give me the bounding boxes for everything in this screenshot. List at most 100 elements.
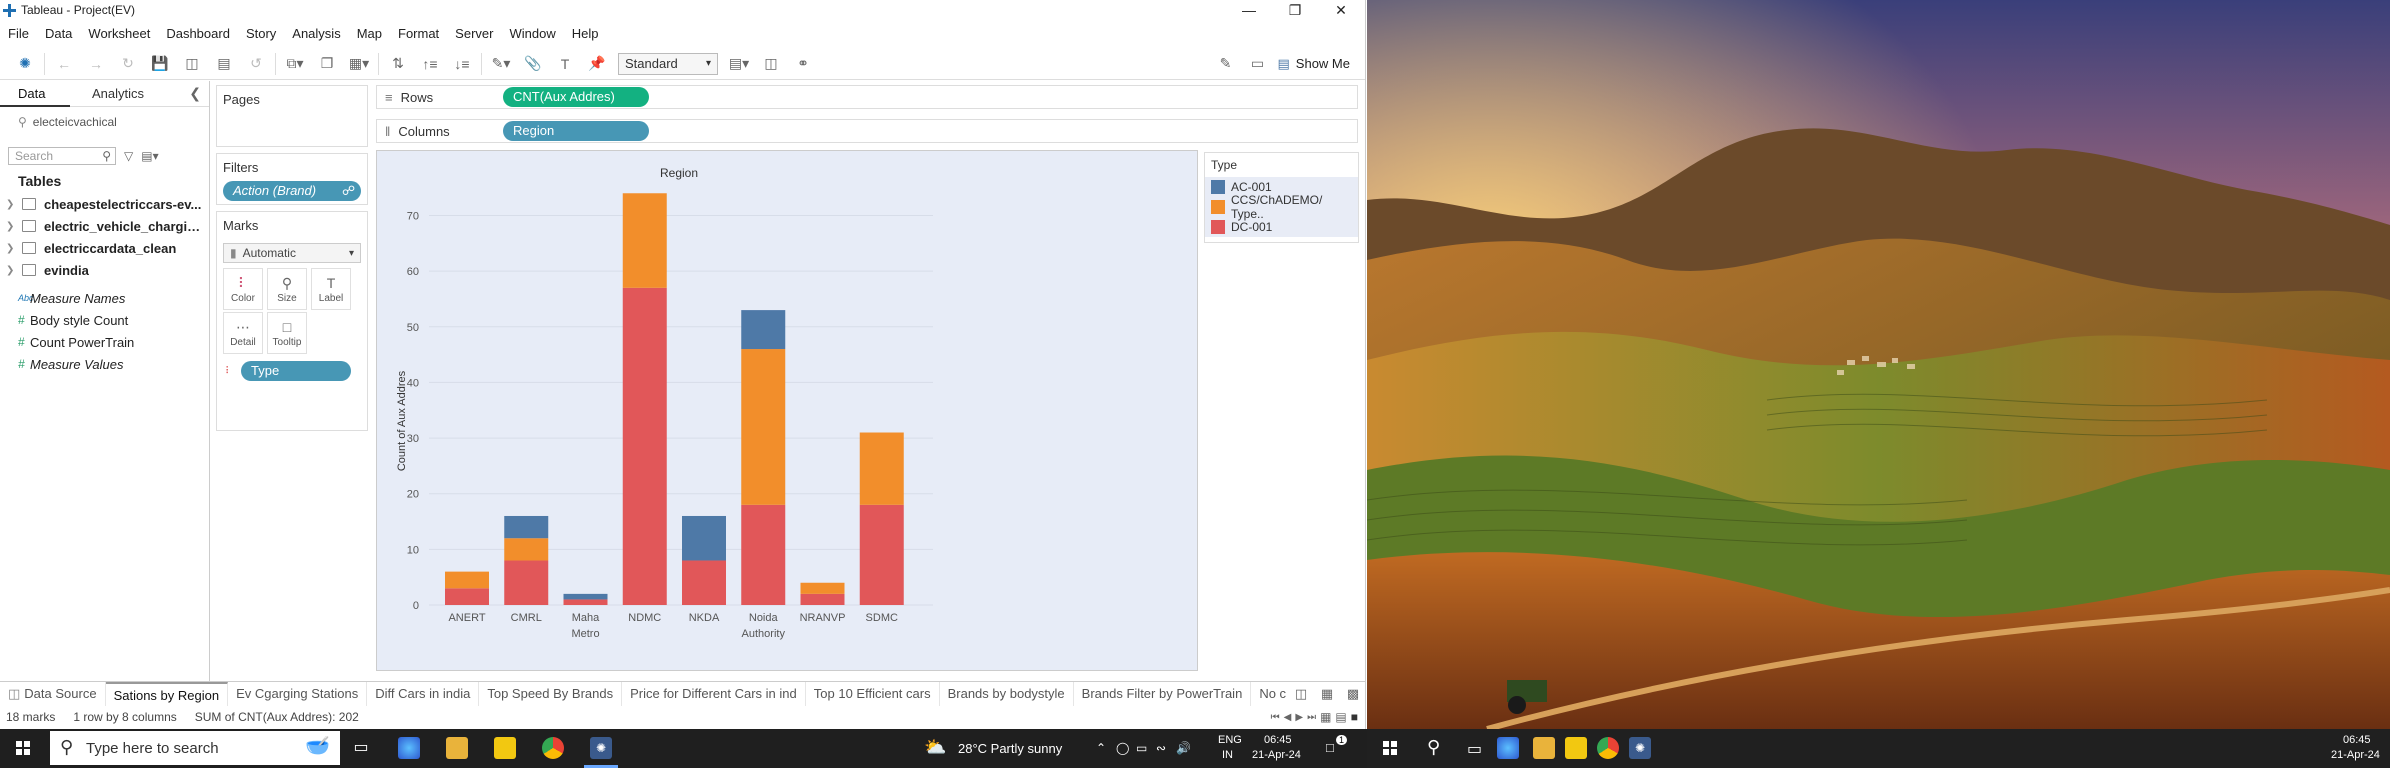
bar-segment-dc-001[interactable] bbox=[563, 599, 608, 605]
tableau-taskbar-icon[interactable]: ✺ bbox=[590, 737, 612, 759]
new-story-tab-icon[interactable]: ▩ bbox=[1342, 682, 1364, 706]
share-icon[interactable]: ⚭ bbox=[792, 52, 814, 76]
sort-descending-icon[interactable]: ↓≡ bbox=[451, 52, 473, 76]
menu-format[interactable]: Format bbox=[390, 26, 447, 41]
tab-brands-powertrain[interactable]: Brands Filter by PowerTrain bbox=[1074, 681, 1252, 706]
prev-sheet-icon[interactable]: ◀ bbox=[1284, 712, 1292, 723]
new-dashboard-tab-icon[interactable]: ▦ bbox=[1316, 682, 1338, 706]
rows-shelf[interactable]: ≡ Rows CNT(Aux Addres) bbox=[376, 85, 1358, 109]
menu-help[interactable]: Help bbox=[564, 26, 607, 41]
group-icon[interactable]: 📎 bbox=[522, 52, 544, 76]
mark-type-dropdown[interactable]: ▮ Automatic ▾ bbox=[223, 243, 361, 263]
menu-analysis[interactable]: Analysis bbox=[284, 26, 348, 41]
close-button[interactable]: ✕ bbox=[1318, 0, 1364, 20]
tooltip-button[interactable]: □ Tooltip bbox=[267, 312, 307, 354]
chrome-icon-2[interactable] bbox=[1597, 737, 1619, 759]
tab-sations-by-region[interactable]: Sations by Region bbox=[105, 681, 229, 706]
view-list-icon[interactable]: ▤▾ bbox=[141, 149, 158, 163]
bar-segment-ccs-chademo-type-[interactable] bbox=[622, 193, 667, 288]
taskbar-search-input[interactable]: ⚲ Type here to search 🥣 bbox=[50, 731, 340, 765]
redo-icon[interactable]: → bbox=[85, 52, 107, 76]
comment-icon[interactable]: ✎ bbox=[1215, 52, 1237, 76]
bar-segment-ccs-chademo-type-[interactable] bbox=[741, 349, 786, 505]
tab-ev-charging-stations[interactable]: Ev Cgarging Stations bbox=[228, 681, 368, 706]
label-button[interactable]: T Label bbox=[311, 268, 351, 310]
detail-button[interactable]: ⋯ Detail bbox=[223, 312, 263, 354]
show-cards-icon[interactable]: ▤▾ bbox=[728, 52, 750, 76]
power-bi-icon[interactable] bbox=[494, 737, 516, 759]
x-tick-label[interactable]: SDMC bbox=[866, 612, 898, 624]
present-icon[interactable]: ▭ bbox=[1247, 52, 1269, 76]
menu-story[interactable]: Story bbox=[238, 26, 284, 41]
type-pill[interactable]: Type bbox=[241, 361, 351, 381]
bar-segment-dc-001[interactable] bbox=[445, 588, 489, 605]
first-sheet-icon[interactable]: ⏮ bbox=[1271, 712, 1280, 723]
tab-analytics[interactable]: Analytics bbox=[74, 81, 144, 107]
undo-icon[interactable]: ← bbox=[53, 52, 75, 76]
show-filmstrip-icon[interactable]: ▤ bbox=[1335, 710, 1346, 724]
wifi-icon[interactable]: ∾ bbox=[1156, 741, 1166, 755]
x-tick-label[interactable]: Metro bbox=[571, 628, 599, 640]
chevron-up-icon[interactable]: ⌃ bbox=[1096, 741, 1106, 755]
file-explorer-icon-2[interactable] bbox=[1533, 737, 1555, 759]
bar-segment-ac-001[interactable] bbox=[504, 515, 549, 539]
tab-data-source[interactable]: ◫ Data Source bbox=[0, 681, 106, 706]
minimize-button[interactable]: — bbox=[1226, 0, 1272, 20]
tab-diff-cars[interactable]: Diff Cars in india bbox=[367, 681, 480, 706]
new-worksheet-tab-icon[interactable]: ◫ bbox=[1290, 682, 1312, 706]
bar-segment-ccs-chademo-type-[interactable] bbox=[445, 571, 489, 589]
bar-segment-dc-001[interactable] bbox=[622, 287, 667, 605]
datasource-item[interactable]: ⚲ electeicvachical bbox=[0, 111, 209, 133]
menu-data[interactable]: Data bbox=[37, 26, 80, 41]
x-tick-label[interactable]: NDMC bbox=[628, 612, 661, 624]
tab-price-cars[interactable]: Price for Different Cars in ind bbox=[622, 681, 806, 706]
expand-icon[interactable]: ❯ bbox=[6, 243, 18, 254]
menu-map[interactable]: Map bbox=[349, 26, 390, 41]
columns-shelf[interactable]: ‖ Columns Region bbox=[376, 119, 1358, 143]
new-datasource-icon[interactable]: ◫ bbox=[181, 52, 203, 76]
language-indicator[interactable]: ENG bbox=[1218, 734, 1242, 746]
expand-icon[interactable]: ❯ bbox=[6, 199, 18, 210]
table-item[interactable]: ❯ electric_vehicle_chargin... bbox=[0, 215, 209, 237]
tab-no-c[interactable]: No c bbox=[1251, 682, 1288, 706]
bar-segment-ccs-chademo-type-[interactable] bbox=[859, 432, 904, 505]
worksheet-view[interactable]: Region Count of Aux Addres 0 10 20 30 40 50 60… bbox=[376, 150, 1198, 671]
field-measure-names[interactable]: Abc Measure Names bbox=[0, 287, 209, 309]
chrome-icon[interactable] bbox=[542, 737, 564, 759]
x-tick-label[interactable]: CMRL bbox=[511, 612, 542, 624]
app-icon-1b[interactable] bbox=[1497, 737, 1519, 759]
last-sheet-icon[interactable]: ⏭ bbox=[1307, 712, 1316, 723]
filters-card[interactable]: Filters Action (Brand) ☍ bbox=[216, 153, 368, 205]
rows-pill[interactable]: CNT(Aux Addres) bbox=[503, 87, 649, 107]
windows-start-icon-2[interactable] bbox=[1383, 741, 1397, 755]
tab-data[interactable]: Data bbox=[0, 81, 70, 107]
menu-dashboard[interactable]: Dashboard bbox=[158, 26, 238, 41]
size-button[interactable]: ⚲ Size bbox=[267, 268, 307, 310]
x-tick-label[interactable]: Maha bbox=[572, 612, 600, 624]
volume-icon[interactable]: 🔊 bbox=[1176, 741, 1191, 755]
menu-server[interactable]: Server bbox=[447, 26, 501, 41]
swap-icon[interactable]: ⇅ bbox=[387, 52, 409, 76]
task-view-icon-2[interactable]: ▭ bbox=[1467, 739, 1482, 759]
table-item[interactable]: ❯ cheapestelectriccars-ev... bbox=[0, 193, 209, 215]
highlight-icon[interactable]: ✎▾ bbox=[490, 52, 512, 76]
table-item[interactable]: ❯ electriccardata_clean bbox=[0, 237, 209, 259]
x-tick-label[interactable]: NKDA bbox=[689, 612, 720, 624]
clear-sheet-icon[interactable]: ▦▾ bbox=[348, 52, 370, 76]
x-tick-label[interactable]: ANERT bbox=[448, 612, 485, 624]
x-tick-label[interactable]: Noida bbox=[749, 612, 779, 624]
weather-text[interactable]: 28°C Partly sunny bbox=[958, 741, 1062, 756]
meet-icon[interactable]: ◯ bbox=[1116, 741, 1129, 755]
filter-pill-action-brand[interactable]: Action (Brand) ☍ bbox=[223, 181, 361, 201]
tab-top-10-efficient[interactable]: Top 10 Efficient cars bbox=[806, 681, 940, 706]
legend-item-ccs[interactable]: CCS/ChADEMO/ Type.. bbox=[1205, 193, 1358, 221]
windows-start-icon[interactable] bbox=[16, 741, 30, 755]
clock-time[interactable]: 06:45 bbox=[1264, 734, 1292, 746]
field-measure-values[interactable]: # Measure Values bbox=[0, 353, 209, 375]
pages-card[interactable]: Pages bbox=[216, 85, 368, 147]
collapse-pane-icon[interactable]: ❮ bbox=[189, 85, 201, 102]
tab-top-speed[interactable]: Top Speed By Brands bbox=[479, 681, 623, 706]
columns-pill[interactable]: Region bbox=[503, 121, 649, 141]
duplicate-sheet-icon[interactable]: ❐ bbox=[316, 52, 338, 76]
field-count-powertrain[interactable]: # Count PowerTrain bbox=[0, 331, 209, 353]
